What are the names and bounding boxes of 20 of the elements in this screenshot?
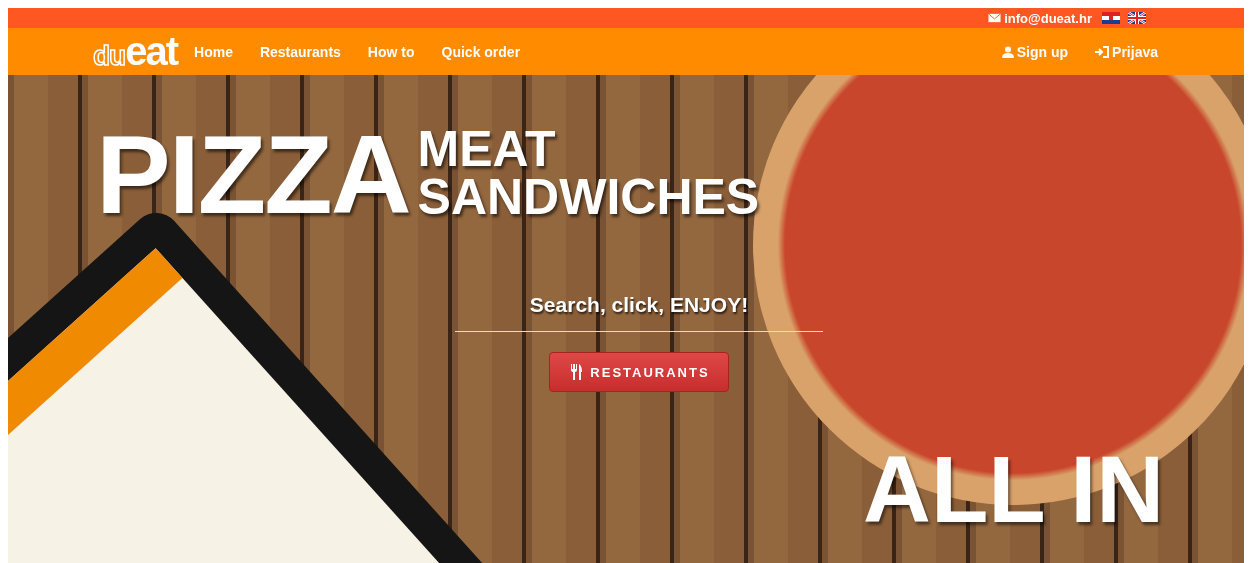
uk-flag-icon[interactable]: [1128, 12, 1146, 24]
logo[interactable]: dueat: [93, 29, 178, 74]
croatian-flag-icon[interactable]: [1102, 12, 1120, 24]
restaurants-button[interactable]: RESTAURANTS: [549, 352, 729, 392]
tagline: Search, click, ENJOY!: [529, 293, 749, 317]
account-link[interactable]: Sign up: [1001, 43, 1069, 60]
nav-link[interactable]: How to: [367, 43, 415, 60]
email-link[interactable]: info@dueat.hr: [988, 10, 1092, 26]
subheadline: SANDWICHES: [417, 173, 760, 221]
nav-link[interactable]: Restaurants: [259, 43, 341, 60]
nav-link[interactable]: Quick order: [441, 43, 521, 60]
subheadline: MEAT: [417, 125, 557, 173]
envelope-icon: [988, 13, 1002, 23]
nav-link[interactable]: Home: [194, 43, 233, 60]
slogan: ALL IN: [863, 443, 1165, 537]
fork-knife-icon: [570, 364, 583, 380]
headline: PIZZA: [96, 119, 410, 231]
sign-in-icon: [1095, 45, 1110, 58]
account-link[interactable]: Prijava: [1095, 43, 1158, 60]
user-icon: [1001, 45, 1014, 58]
